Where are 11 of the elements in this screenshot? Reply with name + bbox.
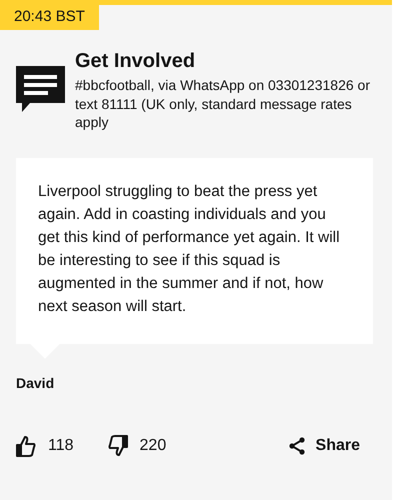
share-button[interactable]: Share xyxy=(288,434,360,458)
like-button[interactable]: 118 xyxy=(16,434,74,458)
timestamp: 20:43 BST xyxy=(0,5,99,30)
comment-bubble: Liverpool struggling to beat the press yet again. Add in coasting individuals and you get this kind of performance yet again. It will be interesting to see if this squad is augmented in the summer and if not, how next season will start. xyxy=(16,158,373,358)
section-title: Get Involved xyxy=(75,49,196,74)
thumbs-down-icon xyxy=(108,434,128,456)
share-icon xyxy=(288,436,306,454)
contact-info: #bbcfootball, via WhatsApp on 03301231826 or text 81111 (UK only, standard message rates apply xyxy=(75,76,371,132)
dislike-button[interactable]: 220 xyxy=(108,434,166,458)
comment-author: David xyxy=(16,374,56,392)
thumbs-up-icon xyxy=(16,434,36,456)
